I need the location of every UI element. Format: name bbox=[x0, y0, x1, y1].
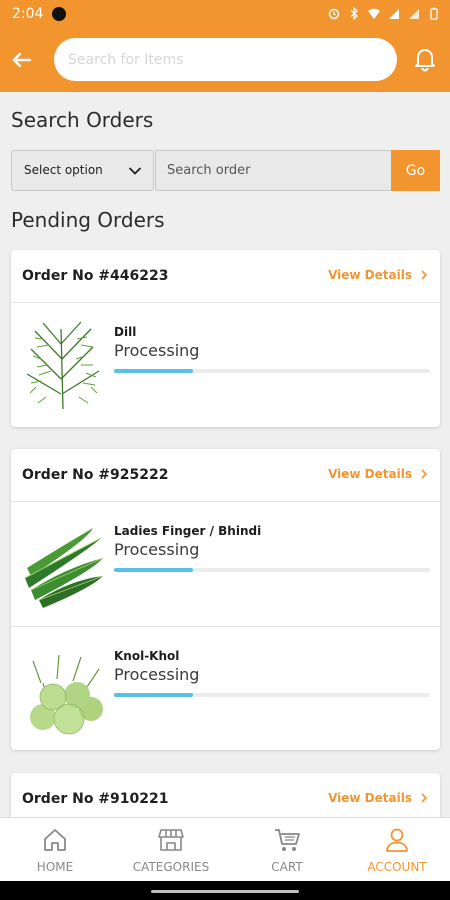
progress-fill bbox=[114, 568, 193, 572]
store-icon bbox=[158, 829, 184, 851]
progress-fill bbox=[114, 369, 193, 373]
view-details-link[interactable]: View Details bbox=[328, 268, 428, 282]
notifications-button[interactable] bbox=[410, 44, 440, 74]
home-icon bbox=[44, 829, 66, 851]
app-header bbox=[0, 28, 450, 92]
nav-home[interactable]: HOME bbox=[30, 818, 80, 882]
order-item[interactable]: Dill Processing bbox=[11, 303, 440, 427]
user-icon bbox=[386, 828, 408, 852]
kohlrabi-image bbox=[30, 654, 103, 735]
nav-account[interactable]: ACCOUNT bbox=[360, 818, 434, 882]
item-status: Processing bbox=[114, 665, 200, 684]
order-number: Order No #925222 bbox=[22, 467, 169, 483]
status-icons bbox=[328, 5, 440, 21]
signal-icon-2 bbox=[408, 5, 420, 19]
view-details-label: View Details bbox=[328, 467, 412, 481]
order-search-input[interactable] bbox=[155, 150, 392, 191]
nav-home-label: HOME bbox=[36, 860, 74, 874]
order-number: Order No #910221 bbox=[22, 791, 169, 807]
order-card: Order No #446223 View Details Dill Proce… bbox=[11, 250, 440, 427]
nav-categories-label: CATEGORIES bbox=[132, 860, 210, 874]
order-card-header: Order No #446223 View Details bbox=[11, 250, 440, 303]
nav-cart-label: CART bbox=[271, 860, 303, 874]
progress-bar bbox=[114, 693, 430, 697]
item-status: Processing bbox=[114, 540, 200, 559]
view-details-label: View Details bbox=[328, 268, 412, 282]
order-item[interactable]: Ladies Finger / Bhindi Processing bbox=[11, 502, 440, 626]
order-filter-select[interactable]: Select option bbox=[11, 150, 154, 191]
item-name: Dill bbox=[114, 325, 137, 339]
chevron-down-icon bbox=[129, 167, 141, 175]
select-label: Select option bbox=[24, 163, 103, 177]
view-details-link[interactable]: View Details bbox=[328, 467, 428, 481]
back-arrow-icon bbox=[12, 52, 32, 68]
chevron-right-icon bbox=[421, 270, 428, 280]
dill-image bbox=[26, 321, 100, 410]
order-item[interactable]: Knol-Khol Processing bbox=[11, 626, 440, 750]
search-input[interactable] bbox=[54, 38, 397, 81]
notification-dot-icon bbox=[52, 7, 66, 21]
battery-icon bbox=[428, 5, 440, 20]
chevron-right-icon bbox=[421, 793, 428, 803]
status-time: 2:04 bbox=[12, 6, 44, 22]
bluetooth-icon bbox=[348, 5, 360, 21]
alarm-icon bbox=[328, 5, 340, 20]
item-status: Processing bbox=[114, 341, 200, 360]
pending-orders-title: Pending Orders bbox=[11, 208, 165, 232]
order-number: Order No #446223 bbox=[22, 268, 169, 284]
cart-icon bbox=[275, 829, 300, 851]
view-details-link[interactable]: View Details bbox=[328, 791, 428, 805]
item-name: Knol-Khol bbox=[114, 649, 180, 663]
item-name: Ladies Finger / Bhindi bbox=[114, 524, 262, 538]
progress-bar bbox=[114, 369, 430, 373]
okra-image bbox=[24, 528, 104, 608]
bell-icon bbox=[415, 49, 435, 72]
view-details-label: View Details bbox=[328, 791, 412, 805]
nav-cart[interactable]: CART bbox=[262, 818, 312, 882]
bottom-navigation: HOME CATEGORIES CART ACCOUNT bbox=[0, 817, 450, 881]
progress-bar bbox=[114, 568, 430, 572]
go-button[interactable]: Go bbox=[391, 150, 440, 191]
chevron-right-icon bbox=[421, 469, 428, 479]
order-card: Order No #925222 View Details Ladies Fin… bbox=[11, 449, 440, 750]
back-button[interactable] bbox=[8, 46, 36, 74]
home-gesture-handle[interactable] bbox=[151, 890, 299, 893]
wifi-icon bbox=[368, 5, 380, 19]
order-card-header: Order No #925222 View Details bbox=[11, 449, 440, 502]
search-orders-title: Search Orders bbox=[11, 108, 154, 132]
status-bar: 2:04 bbox=[0, 0, 450, 28]
progress-fill bbox=[114, 693, 193, 697]
nav-categories[interactable]: CATEGORIES bbox=[126, 818, 216, 882]
signal-icon bbox=[388, 5, 400, 19]
nav-account-label: ACCOUNT bbox=[367, 860, 427, 874]
system-gesture-bar bbox=[0, 881, 450, 900]
